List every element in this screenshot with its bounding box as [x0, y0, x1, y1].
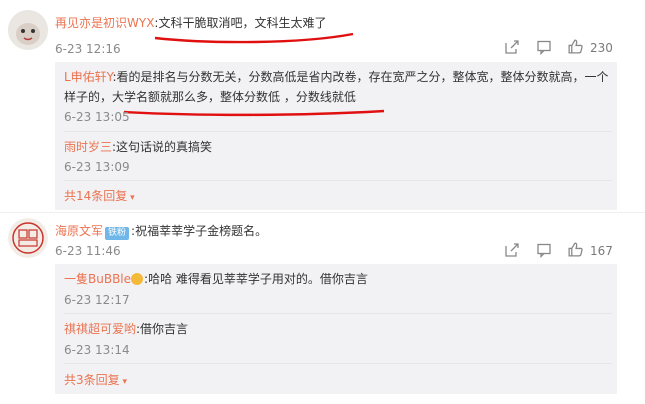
annotation-underline: [154, 32, 354, 44]
comment-text: :祝福莘莘学子金榜题名。: [131, 224, 268, 238]
like-icon[interactable]: [567, 38, 584, 55]
more-replies-link[interactable]: 共3条回复 ▾: [64, 371, 127, 388]
divider: [64, 131, 612, 132]
reply-item: L申佑轩Y:看的是排名与分数无关，分数高低是省内改卷，存在宽严之分，整体宽，整体…: [64, 67, 612, 107]
reply-item: 雨时岁三:这句话说的真搞笑: [64, 138, 212, 155]
divider: [64, 180, 612, 181]
avatar[interactable]: [8, 218, 48, 258]
reply-username[interactable]: 雨时岁三: [64, 140, 112, 154]
reply-time: 6-23 13:09: [64, 160, 130, 174]
like-icon[interactable]: [567, 241, 584, 258]
avatar[interactable]: [8, 10, 48, 50]
like-count: 230: [590, 41, 613, 55]
reply-username[interactable]: 祺祺超可爱哟: [64, 322, 136, 336]
share-icon[interactable]: [504, 242, 520, 258]
reply-item: 一隻BuBBle :哈哈 难得看见莘莘学子用对的。借你吉言: [64, 270, 368, 287]
comment-username[interactable]: 海原文军: [55, 224, 103, 238]
comment-icon[interactable]: [536, 39, 552, 55]
like-count: 167: [590, 244, 613, 258]
comment-time: 6-23 12:16: [55, 42, 121, 56]
comment-username[interactable]: 再见亦是初识WYX: [55, 16, 154, 30]
reply-text: :哈哈 难得看见莘莘学子用对的。借你吉言: [144, 272, 368, 286]
reply-username[interactable]: 一隻BuBBle: [64, 272, 131, 286]
reply-item: 祺祺超可爱哟:借你吉言: [64, 320, 188, 337]
reply-text: :看的是排名与分数无关，分数高低是省内改卷，存在宽严之分，整体宽，整体分数就高，…: [64, 70, 609, 104]
fan-badge: 铁粉: [105, 227, 130, 240]
annotation-underline: [123, 109, 385, 117]
share-icon[interactable]: [504, 39, 520, 55]
comment-time: 6-23 11:46: [55, 244, 121, 258]
divider: [64, 363, 612, 364]
divider: [64, 313, 612, 314]
comment-line: 海原文军 铁粉:祝福莘莘学子金榜题名。: [55, 222, 267, 240]
reply-text: :借你吉言: [136, 322, 189, 336]
comment-line: 再见亦是初识WYX:文科干脆取消吧，文科生太难了: [55, 14, 326, 31]
comment-text: :文科干脆取消吧，文科生太难了: [154, 16, 327, 30]
haha-emoji-icon: [131, 273, 144, 285]
reply-username[interactable]: L申佑轩Y: [64, 70, 112, 84]
comment-separator: [0, 212, 645, 213]
reply-time: 6-23 13:14: [64, 343, 130, 357]
more-replies-link[interactable]: 共14条回复 ▾: [64, 187, 135, 204]
comment-icon[interactable]: [536, 242, 552, 258]
reply-text: :这句话说的真搞笑: [112, 140, 213, 154]
reply-time: 6-23 12:17: [64, 293, 130, 307]
reply-time: 6-23 13:05: [64, 110, 130, 124]
